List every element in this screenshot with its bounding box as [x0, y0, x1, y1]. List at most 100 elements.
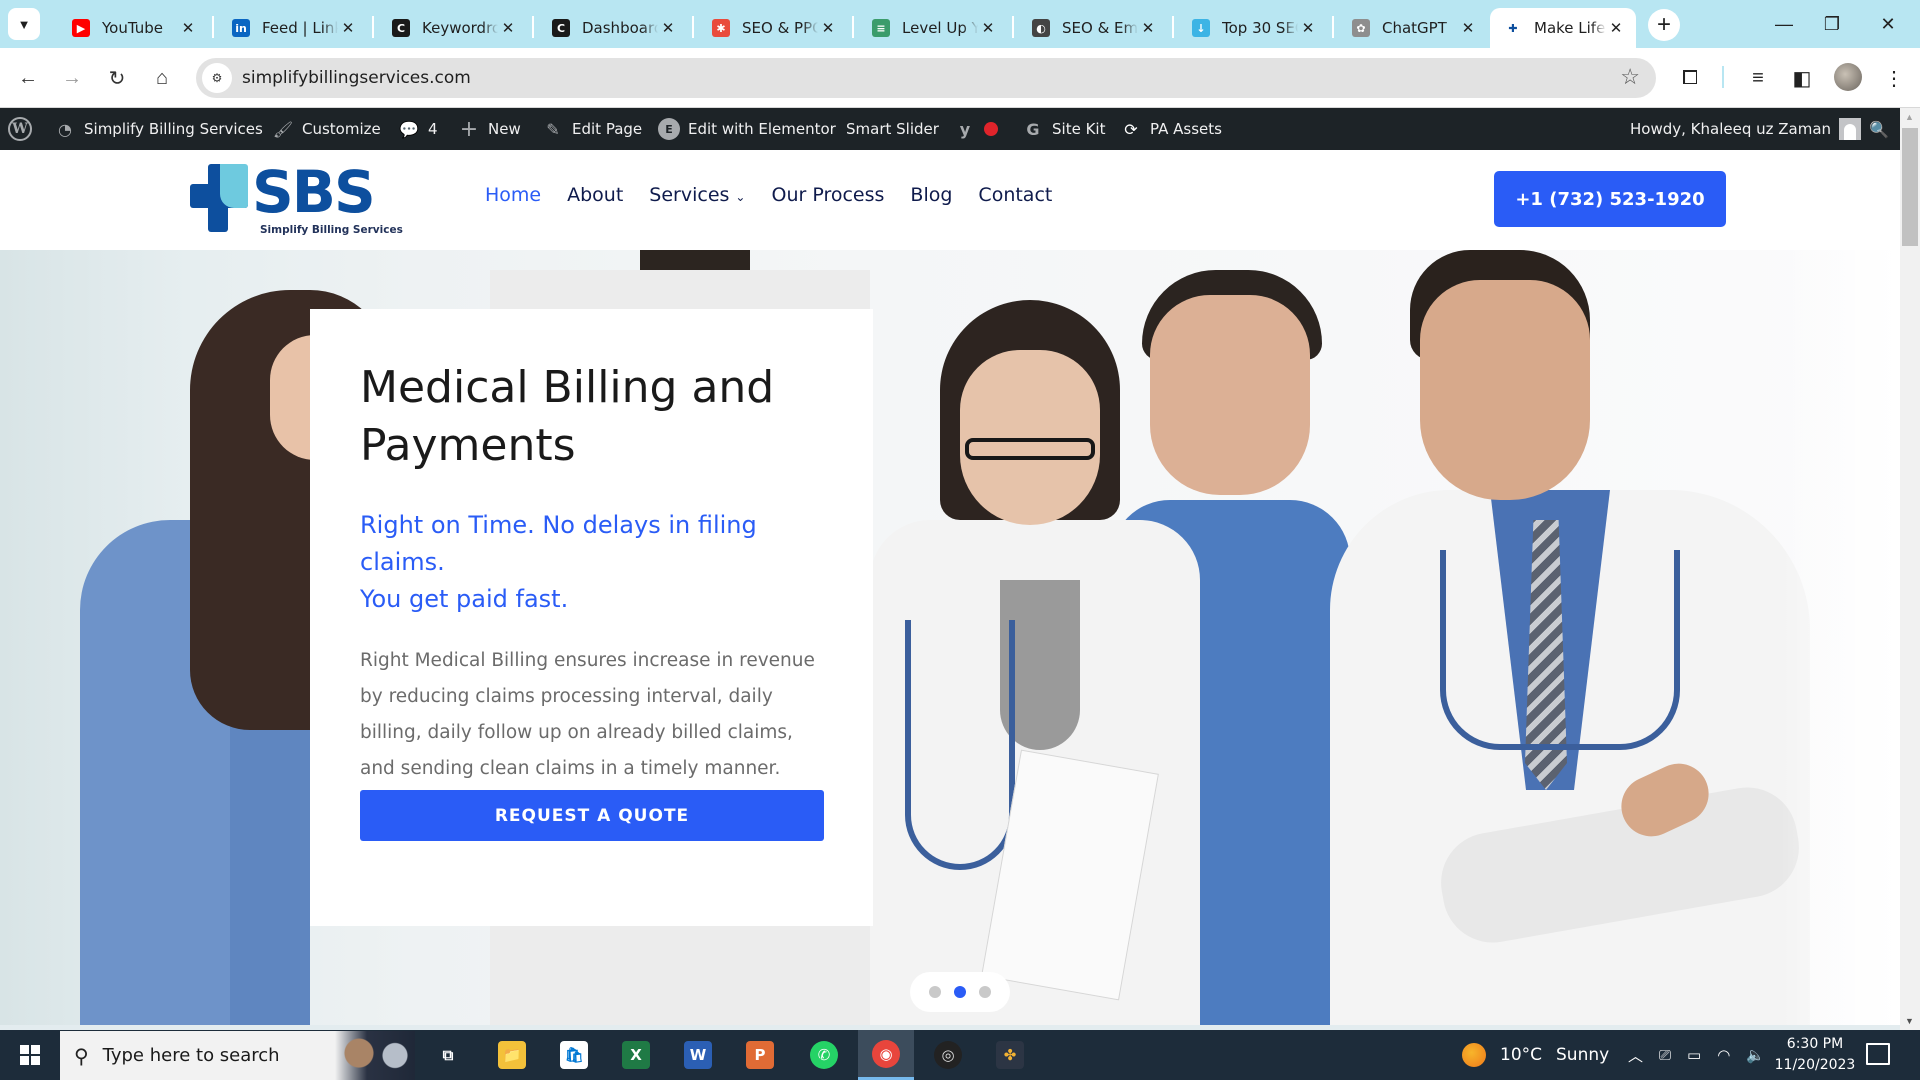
wp-site-kit[interactable]: G Site Kit [1022, 108, 1105, 150]
weather-widget[interactable]: 10°C Sunny [1462, 1030, 1609, 1080]
browser-tab[interactable]: ✚ Make Life Easy✕ [1490, 8, 1636, 48]
taskbar-app-davinci-resolve[interactable]: ✤ [982, 1030, 1038, 1080]
close-tab-icon[interactable]: ✕ [498, 19, 518, 37]
youtube-icon: ▶ [72, 19, 90, 37]
microsoft-store-icon: 🛍 [560, 1041, 588, 1069]
wp-search[interactable]: 🔍 [1868, 108, 1890, 150]
taskbar-app-powerpoint[interactable]: P [732, 1030, 788, 1080]
back-button[interactable]: ← [12, 62, 44, 94]
wp-yoast-seo[interactable]: y [954, 108, 998, 150]
taskbar-app-word[interactable]: W [670, 1030, 726, 1080]
browser-tab[interactable]: ≡ Level Up Your✕ [858, 8, 1008, 48]
taskbar-app-file-explorer[interactable]: 📁 [484, 1030, 540, 1080]
taskbar-search-placeholder: Type here to search [102, 1045, 280, 1066]
whatsapp-icon: ✆ [810, 1041, 838, 1069]
browser-tab[interactable]: ↓ Top 30 SEO✕ [1178, 8, 1328, 48]
site-header: SBS Simplify Billing Services Home About… [0, 150, 1900, 250]
browser-tab[interactable]: C Dashboard ✕ [538, 8, 688, 48]
side-panel-button[interactable]: ◧ [1786, 62, 1818, 94]
start-button[interactable] [0, 1030, 60, 1080]
taskbar-app-whatsapp[interactable]: ✆ [796, 1030, 852, 1080]
slider-dot[interactable] [929, 986, 941, 998]
davinci-resolve-icon: ✤ [996, 1041, 1024, 1069]
task-view-icon: ⧉ [442, 1046, 454, 1064]
new-tab-button[interactable]: + [1648, 9, 1680, 41]
wp-customize[interactable]: 🖌 Customize [272, 108, 381, 150]
camera-icon[interactable]: ⎚ [1659, 1046, 1671, 1064]
profile-avatar[interactable] [1834, 63, 1862, 91]
wp-my-account[interactable]: Howdy, Khaleeq uz Zaman [1630, 108, 1862, 150]
taskbar-app-task-view[interactable]: ⧉ [420, 1030, 476, 1080]
taskbar-clock[interactable]: 6:30 PM 11/20/2023 [1760, 1034, 1870, 1076]
nav-blog[interactable]: Blog [910, 184, 952, 206]
wp-pa-assets[interactable]: ⟳ PA Assets [1120, 108, 1222, 150]
wp-comments[interactable]: 💬 4 [398, 108, 438, 150]
request-quote-button[interactable]: REQUEST A QUOTE [360, 790, 824, 841]
chevron-up-icon[interactable]: ︿ [1628, 1045, 1643, 1066]
close-window-button[interactable]: ✕ [1864, 8, 1912, 40]
restore-button[interactable]: ❐ [1808, 8, 1856, 40]
wp-edit-elementor[interactable]: E Edit with Elementor [658, 108, 836, 150]
wp-site-name[interactable]: ◔ Simplify Billing Services [54, 108, 263, 150]
nav-home[interactable]: Home [485, 184, 541, 206]
logo-wordmark: SBS [252, 158, 376, 226]
chrome-menu-button[interactable]: ⋮ [1878, 62, 1910, 94]
playlist-icon: ≡ [1752, 66, 1764, 89]
chevron-down-icon: ▼ [17, 16, 31, 32]
tab-title: YouTube [102, 19, 163, 37]
bookmark-star-icon[interactable]: ☆ [1620, 64, 1640, 90]
media-control-button[interactable]: ≡ [1742, 62, 1774, 94]
taskbar-app-obs-studio[interactable]: ◎ [920, 1030, 976, 1080]
minimize-button[interactable]: — [1760, 8, 1808, 40]
close-tab-icon[interactable]: ✕ [818, 19, 838, 37]
site-logo[interactable]: SBS Simplify Billing Services [190, 158, 403, 238]
tab-separator [532, 16, 534, 38]
browser-tab[interactable]: ◐ SEO & Email✕ [1018, 8, 1168, 48]
browser-tab[interactable]: ✱ SEO & PPC ✕ [698, 8, 848, 48]
site-info-button[interactable]: ⚙ [202, 63, 232, 93]
nav-services-label: Services [649, 184, 730, 206]
home-button[interactable]: ⌂ [146, 62, 178, 94]
taskbar-search-box[interactable]: ⚲ Type here to search [60, 1031, 415, 1080]
close-tab-icon[interactable]: ✕ [1298, 19, 1318, 37]
nav-services[interactable]: Services ⌄ [649, 184, 745, 206]
taskbar-app-microsoft-store[interactable]: 🛍 [546, 1030, 602, 1080]
address-bar[interactable]: ⚙ simplifybillingservices.com ☆ [196, 58, 1656, 98]
browser-tab[interactable]: ▶ YouTube ✕ [58, 8, 208, 48]
nav-our-process[interactable]: Our Process [771, 184, 884, 206]
scrollbar-thumb[interactable] [1902, 128, 1918, 246]
close-tab-icon[interactable]: ✕ [658, 19, 678, 37]
wifi-icon[interactable]: ◠ [1717, 1046, 1730, 1064]
wp-new-content[interactable]: + New [458, 108, 521, 150]
browser-tab[interactable]: in Feed | LinkedIn✕ [218, 8, 368, 48]
nav-contact[interactable]: Contact [978, 184, 1052, 206]
close-tab-icon[interactable]: ✕ [978, 19, 998, 37]
browser-tab[interactable]: C Keywordrocket✕ [378, 8, 528, 48]
url-text[interactable]: simplifybillingservices.com [242, 68, 471, 88]
tab-search-button[interactable]: ▼ [8, 8, 40, 40]
slider-dot[interactable] [954, 986, 966, 998]
battery-charging-icon[interactable]: ▭ [1687, 1046, 1701, 1064]
taskbar-app-excel[interactable]: X [608, 1030, 664, 1080]
scroll-up-arrow-icon[interactable]: ▲ [1905, 112, 1914, 122]
forward-button[interactable]: → [56, 62, 88, 94]
close-tab-icon[interactable]: ✕ [178, 19, 198, 37]
phone-call-button[interactable]: +1 (732) 523-1920 [1494, 171, 1726, 227]
close-tab-icon[interactable]: ✕ [338, 19, 358, 37]
scroll-down-arrow-icon[interactable]: ▼ [1905, 1016, 1914, 1026]
nav-about[interactable]: About [567, 184, 623, 206]
taskbar-app-chrome[interactable]: ◉ [858, 1030, 914, 1080]
wp-smart-slider[interactable]: Smart Slider [846, 108, 939, 150]
page-scrollbar[interactable]: ▲ ▼ [1900, 108, 1920, 1030]
extensions-button[interactable]: ⧠ [1674, 62, 1706, 94]
reload-button[interactable]: ↻ [101, 62, 133, 94]
close-tab-icon[interactable]: ✕ [1138, 19, 1158, 37]
browser-tab[interactable]: ✿ ChatGPT ✕ [1338, 8, 1488, 48]
sbs-favicon-icon: ✚ [1508, 21, 1518, 35]
close-tab-icon[interactable]: ✕ [1458, 19, 1478, 37]
wp-edit-page[interactable]: ✎ Edit Page [542, 108, 642, 150]
wp-logo-menu[interactable]: W [8, 108, 32, 150]
notification-center-icon[interactable] [1866, 1043, 1890, 1065]
close-tab-icon[interactable]: ✕ [1606, 19, 1626, 37]
slider-dot[interactable] [979, 986, 991, 998]
